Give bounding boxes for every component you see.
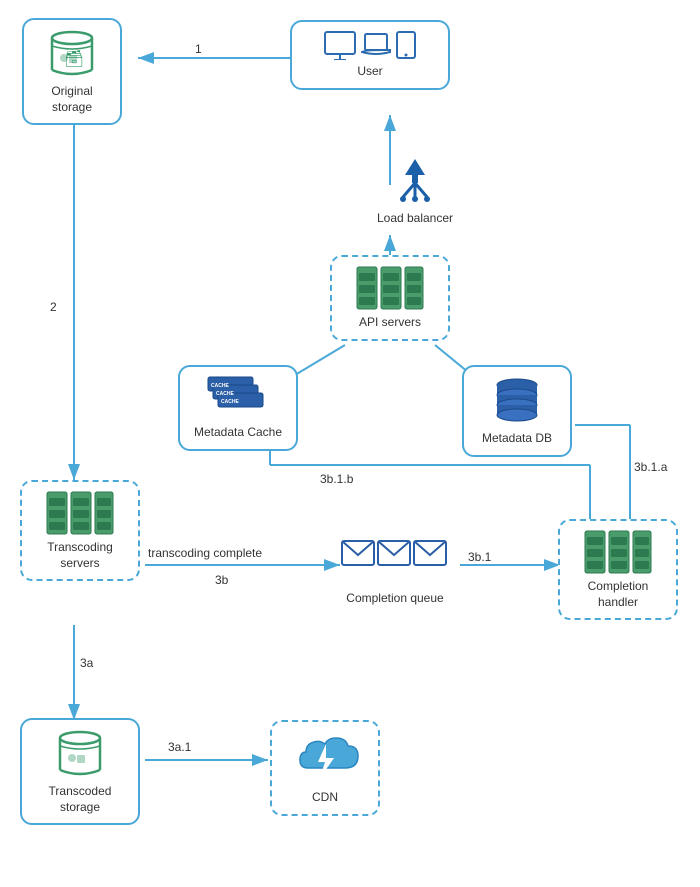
metadata-db-icon xyxy=(491,375,543,427)
completion-queue-icon xyxy=(340,537,450,587)
completion-handler-label: Completion handler xyxy=(568,579,668,610)
user-label: User xyxy=(357,64,382,80)
original-storage-node: 🗃 Original storage xyxy=(22,18,122,125)
metadata-cache-label: Metadata Cache xyxy=(194,425,282,441)
svg-text:CACHE: CACHE xyxy=(221,399,239,405)
arrow-3b1b-label: 3b.1.b xyxy=(320,472,353,486)
api-servers-node: API servers xyxy=(330,255,450,341)
cdn-label: CDN xyxy=(312,790,338,806)
svg-text:CACHE: CACHE xyxy=(211,383,229,389)
arrow-3a1-label: 3a.1 xyxy=(168,740,191,754)
user-node: User xyxy=(290,20,450,90)
transcoded-storage-node: Transcoded storage xyxy=(20,718,140,825)
metadata-cache-node: CACHE CACHE CACHE Metadata Cache xyxy=(178,365,298,451)
api-servers-icon xyxy=(355,265,425,311)
transcoding-servers-node: Transcoding servers xyxy=(20,480,140,581)
tablet-icon xyxy=(395,30,417,60)
arrow-3b1a-label: 3b.1.a xyxy=(634,460,667,474)
arrow1-label: 1 xyxy=(195,42,202,56)
transcoded-storage-icon xyxy=(54,728,106,780)
transcoding-complete-label: transcoding complete xyxy=(148,546,262,560)
completion-handler-icon xyxy=(583,529,653,575)
transcoding-servers-icon xyxy=(45,490,115,536)
diagram-container: 🗃 Original storage xyxy=(0,0,700,887)
completion-handler-node: Completion handler xyxy=(558,519,678,620)
completion-queue-node: Completion queue xyxy=(335,537,455,607)
original-storage-label: Original storage xyxy=(32,84,112,115)
load-balancer-node: Load balancer xyxy=(350,155,480,227)
laptop-icon xyxy=(361,32,391,58)
metadata-cache-icon: CACHE CACHE CACHE xyxy=(203,375,273,421)
arrow2-label: 2 xyxy=(50,300,57,314)
load-balancer-label: Load balancer xyxy=(377,211,453,227)
metadata-db-label: Metadata DB xyxy=(482,431,552,447)
api-servers-label: API servers xyxy=(359,315,421,331)
transcoding-servers-label: Transcoding servers xyxy=(30,540,130,571)
completion-queue-label: Completion queue xyxy=(346,591,443,607)
cdn-node: CDN xyxy=(270,720,380,816)
load-balancer-icon xyxy=(389,155,441,207)
svg-text:CACHE: CACHE xyxy=(216,391,234,397)
arrow-3b-label: 3b xyxy=(215,573,228,587)
arrow-3b1-label: 3b.1 xyxy=(468,550,491,564)
arrow-3a-label: 3a xyxy=(80,656,93,670)
metadata-db-node: Metadata DB xyxy=(462,365,572,457)
original-storage-icon: 🗃 xyxy=(46,28,98,80)
transcoded-storage-label: Transcoded storage xyxy=(30,784,130,815)
tv-icon xyxy=(323,30,357,60)
cdn-icon xyxy=(290,730,360,786)
